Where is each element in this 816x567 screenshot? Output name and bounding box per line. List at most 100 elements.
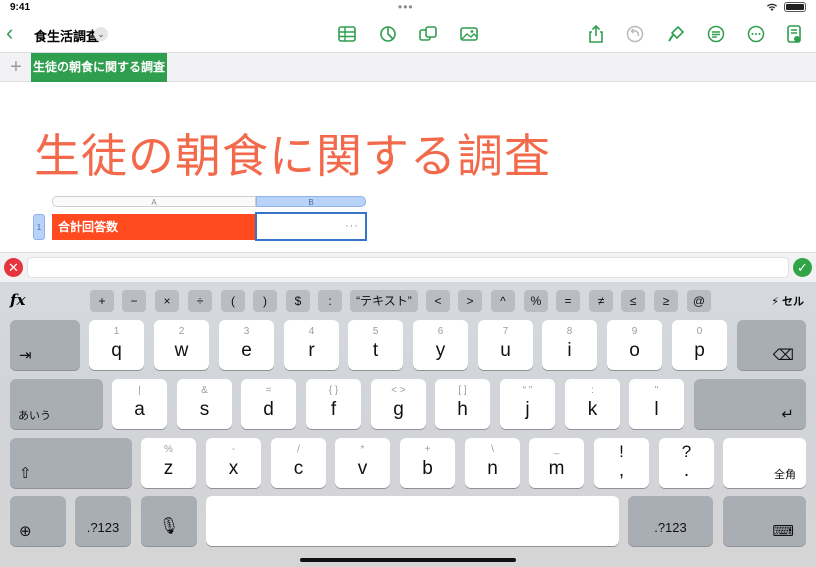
key-b[interactable]: + b [400, 438, 455, 488]
row-header-1[interactable]: 1 [33, 214, 45, 240]
tab-key[interactable]: ⇥ [10, 320, 80, 370]
return-key[interactable]: ↵ [694, 379, 806, 429]
key-a-alt: | [138, 385, 141, 396]
key-c-alt: / [297, 444, 300, 455]
hide-keyboard-key[interactable]: ⌨ [723, 496, 806, 546]
key-s[interactable]: & s [177, 379, 232, 429]
back-chevron-icon[interactable]: ‹ [6, 22, 24, 46]
collaborate-icon[interactable] [704, 22, 728, 46]
key-z[interactable]: % z [141, 438, 196, 488]
key-f[interactable]: { } f [306, 379, 361, 429]
key-f-label: f [330, 399, 337, 420]
document-title[interactable]: 食生活調査 [34, 26, 99, 45]
key-h[interactable]: [ ] h [435, 379, 490, 429]
dictation-key[interactable]: 🎙 [141, 496, 197, 546]
cell-a1[interactable]: 合計回答数 [52, 214, 256, 240]
key-j[interactable]: “ ” j [500, 379, 555, 429]
cell-mode-toggle[interactable]: ⚡ セル [771, 293, 804, 309]
key-l-label: l [654, 399, 659, 420]
fx-key-minus[interactable]: − [122, 290, 146, 312]
media-icon[interactable] [457, 22, 481, 46]
home-indicator[interactable] [300, 558, 516, 562]
key-e[interactable]: 3e [219, 320, 274, 370]
key-v[interactable]: * v [335, 438, 390, 488]
undo-icon[interactable] [623, 22, 647, 46]
sheet-title-text[interactable]: 生徒の朝食に関する調査 [34, 128, 551, 184]
key-y[interactable]: 6y [413, 320, 468, 370]
fx-key-close-paren[interactable]: ) [253, 290, 277, 312]
formula-input[interactable] [27, 257, 789, 278]
key-c-label: c [293, 458, 304, 479]
key-m[interactable]: _ m [529, 438, 584, 488]
fx-key-percent[interactable]: % [524, 290, 548, 312]
fx-key-less-than[interactable]: < [426, 290, 450, 312]
fx-key-colon[interactable]: : [318, 290, 342, 312]
fx-icon[interactable]: fx [10, 291, 25, 309]
key-k-alt: : [591, 385, 594, 396]
more-icon[interactable] [744, 22, 768, 46]
key-p[interactable]: 0p [672, 320, 727, 370]
key-period[interactable]: ?. [659, 438, 714, 488]
key-u[interactable]: 7u [478, 320, 533, 370]
fx-key-caret[interactable]: ^ [491, 290, 515, 312]
fx-key-multiply[interactable]: × [155, 290, 179, 312]
key-t[interactable]: 5t [348, 320, 403, 370]
fx-key-divide[interactable]: ÷ [188, 290, 212, 312]
cell-b1-selected[interactable]: ··· [255, 212, 367, 241]
key-b-alt: + [424, 444, 431, 455]
title-menu-chevron-icon[interactable]: ⌄ [94, 27, 108, 41]
key-o-alt: 9 [631, 326, 638, 337]
key-x[interactable]: -x [206, 438, 261, 488]
document-setup-icon[interactable] [782, 22, 806, 46]
key-q[interactable]: 1q [89, 320, 144, 370]
key-period-label: . [683, 460, 690, 481]
fx-key-dollar[interactable]: $ [286, 290, 310, 312]
key-c[interactable]: / c [271, 438, 326, 488]
key-o[interactable]: 9o [607, 320, 662, 370]
key-g[interactable]: < > g [371, 379, 426, 429]
shift-key[interactable]: ⇧ [10, 438, 132, 488]
accept-formula-button[interactable]: ✓ [793, 258, 812, 277]
shape-icon[interactable] [416, 22, 440, 46]
cell-more-icon[interactable]: ··· [345, 220, 359, 232]
table-icon[interactable] [335, 22, 359, 46]
share-icon[interactable] [584, 22, 608, 46]
cancel-formula-button[interactable]: ✕ [4, 258, 23, 277]
key-comma[interactable]: !, [594, 438, 649, 488]
key-d[interactable]: = d [241, 379, 296, 429]
fx-key-not-equal[interactable]: ≠ [589, 290, 613, 312]
key-r[interactable]: 4r [284, 320, 339, 370]
fx-key-text[interactable]: “テキスト” [350, 290, 418, 312]
key-h-label: h [457, 399, 468, 420]
key-k[interactable]: :k [565, 379, 620, 429]
add-sheet-icon[interactable]: + [6, 56, 26, 78]
numbers-key-left[interactable]: .?123 [75, 496, 131, 546]
fx-key-at[interactable]: @ [687, 290, 711, 312]
numbers-key-right[interactable]: .?123 [628, 496, 713, 546]
key-w[interactable]: 2w [154, 320, 209, 370]
globe-key[interactable]: ⊕ [10, 496, 66, 546]
delete-key[interactable]: ⌫ [737, 320, 806, 370]
key-n[interactable]: \ n [465, 438, 520, 488]
fx-key-open-paren[interactable]: ( [221, 290, 245, 312]
kana-key[interactable]: あいう [10, 379, 103, 429]
tab-active-sheet[interactable]: 生徒の朝食に関する調査 [31, 53, 167, 82]
column-header-a[interactable]: A [52, 196, 256, 207]
formula-bar: ✕ ✓ [0, 252, 816, 282]
fx-key-greater-equal[interactable]: ≥ [654, 290, 678, 312]
space-key[interactable] [206, 496, 619, 546]
key-i[interactable]: 8i [542, 320, 597, 370]
fx-key-greater-than[interactable]: > [458, 290, 482, 312]
zenkaku-key[interactable]: 全角 [723, 438, 806, 488]
key-l[interactable]: " l [629, 379, 684, 429]
multitasking-dots[interactable]: ••• [398, 0, 414, 14]
key-x-alt: - [231, 444, 236, 455]
format-brush-icon[interactable] [664, 22, 688, 46]
fx-key-equals[interactable]: = [556, 290, 580, 312]
fx-key-less-equal[interactable]: ≤ [621, 290, 645, 312]
numbers-label-right: .?123 [654, 520, 687, 535]
column-header-b[interactable]: B [256, 196, 366, 207]
fx-key-plus[interactable]: + [90, 290, 114, 312]
key-a[interactable]: | a [112, 379, 167, 429]
chart-icon[interactable] [376, 22, 400, 46]
